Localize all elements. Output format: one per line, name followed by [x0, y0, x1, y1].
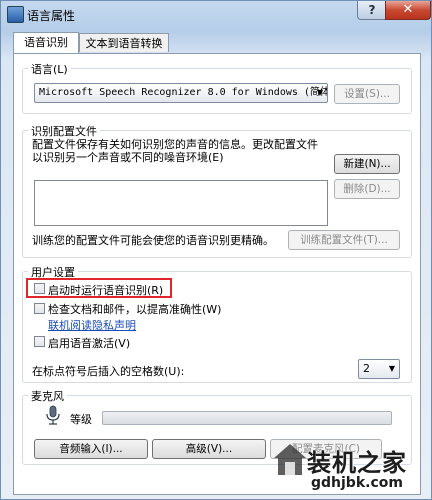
delete-profile-button[interactable]: 删除(D)... — [334, 179, 400, 199]
mic-level-meter — [102, 411, 392, 425]
window-title: 语言属性 — [27, 9, 76, 23]
tab-text-to-speech[interactable]: 文本到语音转换 — [79, 33, 169, 52]
language-settings-button[interactable]: 设置(S)... — [334, 84, 400, 104]
watermark-brand: 装机之家 — [307, 448, 407, 477]
audio-input-button[interactable]: 音频输入(I)... — [34, 439, 148, 459]
privacy-statement-link[interactable]: 联机阅读隐私声明 — [48, 317, 136, 333]
house-logo-icon — [274, 444, 306, 475]
profiles-list[interactable] — [34, 180, 328, 226]
voice-activation-checkbox[interactable] — [34, 336, 45, 347]
mic-level-label: 等级 — [70, 413, 92, 426]
tab-panel: 语言(L) Microsoft Speech Recognizer 8.0 fo… — [13, 53, 421, 495]
speech-app-icon — [7, 6, 24, 23]
run-at-startup-label: 启动时运行语音识别(R) — [48, 284, 164, 297]
spaces-select[interactable]: 2 ▼ — [358, 359, 400, 379]
train-hint-text: 训练您的配置文件可能会使您的语音识别更精确。 — [32, 234, 274, 247]
language-properties-window: 语言属性 ? ✕ 语音识别 文本到语音转换 语言(L) Microsoft Sp… — [0, 0, 432, 500]
help-button[interactable]: ? — [357, 1, 387, 20]
review-docs-checkbox[interactable] — [34, 303, 45, 314]
title-bar[interactable]: 语言属性 ? ✕ — [1, 1, 432, 27]
spaces-select-value: 2 — [363, 362, 370, 375]
run-at-startup-checkbox[interactable] — [34, 283, 45, 294]
profiles-description-line2: 以识别另一个声音或不同的噪音环境(E) — [32, 151, 224, 164]
microphone-icon — [46, 405, 60, 425]
watermark-url: gdhjbk.com — [311, 475, 403, 491]
train-profile-button[interactable]: 训练配置文件(T)... — [288, 230, 400, 250]
review-docs-label: 检查文档和邮件，以提高准确性(W) — [48, 303, 222, 316]
language-select[interactable]: Microsoft Speech Recognizer 8.0 for Wind… — [34, 83, 328, 103]
advanced-button[interactable]: 高级(V)... — [152, 439, 266, 459]
voice-activation-label: 启用语音激活(V) — [48, 337, 131, 350]
tab-speech-recognition[interactable]: 语音识别 — [13, 32, 79, 53]
new-profile-button[interactable]: 新建(N)... — [334, 154, 400, 174]
language-group-label: 语言(L) — [28, 61, 71, 77]
chevron-down-icon: ▼ — [316, 88, 323, 97]
close-button[interactable]: ✕ — [385, 1, 431, 20]
spaces-label: 在标点符号后插入的空格数(U): — [32, 365, 185, 378]
chevron-down-icon: ▼ — [388, 364, 395, 373]
language-select-value: Microsoft Speech Recognizer 8.0 for Wind… — [39, 87, 328, 98]
microphone-group-label: 麦克风 — [28, 388, 67, 404]
